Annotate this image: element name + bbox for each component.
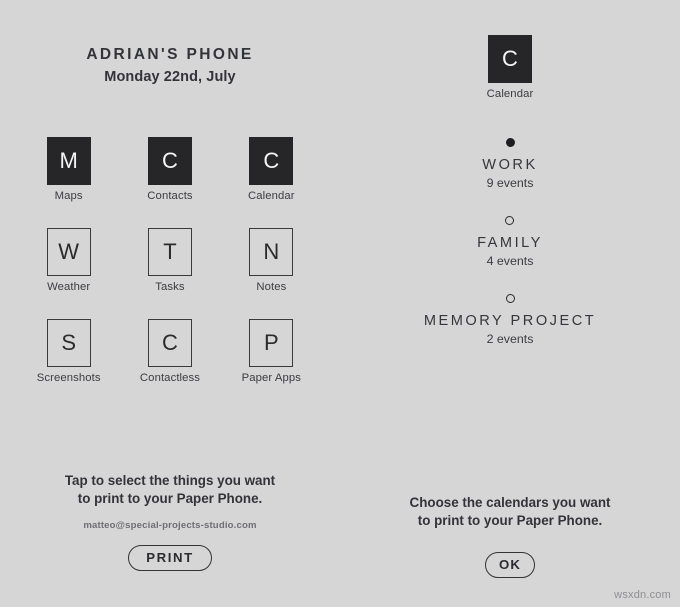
maps-icon[interactable]: M xyxy=(46,137,91,185)
tasks-icon[interactable]: T xyxy=(147,228,192,276)
calendar-instructions: Choose the calendars you want to print t… xyxy=(340,494,680,530)
print-button[interactable]: PRINT xyxy=(128,545,212,572)
calendar-event-count: 2 events xyxy=(486,332,534,347)
right-footer: Choose the calendars you want to print t… xyxy=(340,494,680,579)
app-item-screenshots[interactable]: S Screenshots xyxy=(18,319,119,384)
phone-date: Monday 22nd, July xyxy=(104,68,236,85)
watermark: wsxdn.com xyxy=(614,589,671,601)
app-label: Notes xyxy=(256,281,287,293)
calendar-name: FAMILY xyxy=(477,235,543,252)
app-label: Maps xyxy=(54,190,83,202)
app-item-contacts[interactable]: C Contacts xyxy=(119,137,220,202)
contactless-icon[interactable]: C xyxy=(147,319,192,367)
app-label: Tasks xyxy=(155,281,185,293)
calendar-item-family[interactable]: FAMILY 4 events xyxy=(477,216,543,268)
calendar-event-count: 9 events xyxy=(486,176,534,191)
calendar-selection-panel: C Calendar WORK 9 events FAMILY 4 events… xyxy=(340,0,680,607)
app-label: Contactless xyxy=(139,372,201,384)
calendar-instructions-line2: to print to your Paper Phone. xyxy=(417,513,603,529)
print-instructions-line2: to print to your Paper Phone. xyxy=(77,490,263,506)
notes-icon[interactable]: N xyxy=(249,228,294,276)
paper-apps-icon[interactable]: P xyxy=(249,319,294,367)
radio-selected-icon[interactable] xyxy=(505,138,515,147)
left-footer: Tap to select the things you want to pri… xyxy=(0,472,340,572)
calendar-name: MEMORY PROJECT xyxy=(423,313,597,330)
app-label: Screenshots xyxy=(36,372,101,384)
app-grid: M Maps C Contacts C Calendar W Weather T… xyxy=(18,137,322,384)
account-email: matteo@special-projects-studio.com xyxy=(83,520,257,532)
app-label: Weather xyxy=(47,281,91,293)
calendar-item-memory-project[interactable]: MEMORY PROJECT 2 events xyxy=(424,294,596,346)
phone-apps-panel: ADRIAN'S PHONE Monday 22nd, July M Maps … xyxy=(0,0,340,607)
app-item-contactless[interactable]: C Contactless xyxy=(119,319,220,384)
ok-button[interactable]: OK xyxy=(485,552,535,579)
calendar-icon[interactable]: C xyxy=(488,35,532,83)
app-item-weather[interactable]: W Weather xyxy=(18,228,119,293)
weather-icon[interactable]: W xyxy=(46,228,91,276)
calendar-event-count: 4 events xyxy=(486,254,534,269)
app-label: Paper Apps xyxy=(241,372,302,384)
print-instructions: Tap to select the things you want to pri… xyxy=(0,472,340,507)
contacts-icon[interactable]: C xyxy=(147,137,192,185)
calendar-item-work[interactable]: WORK 9 events xyxy=(482,138,537,190)
app-item-tasks[interactable]: T Tasks xyxy=(119,228,220,293)
paper-phone-screen: ADRIAN'S PHONE Monday 22nd, July M Maps … xyxy=(0,0,680,607)
app-label: Calendar xyxy=(248,190,295,202)
phone-header: ADRIAN'S PHONE Monday 22nd, July xyxy=(0,46,340,85)
calendar-icon[interactable]: C xyxy=(249,137,294,185)
app-item-notes[interactable]: N Notes xyxy=(221,228,322,293)
page-title: ADRIAN'S PHONE xyxy=(86,46,254,63)
calendar-app-label: Calendar xyxy=(486,88,534,100)
print-instructions-line1: Tap to select the things you want xyxy=(64,473,276,488)
calendar-app-header: C Calendar xyxy=(340,35,680,100)
app-item-maps[interactable]: M Maps xyxy=(18,137,119,202)
app-item-calendar[interactable]: C Calendar xyxy=(221,137,322,202)
app-item-paper-apps[interactable]: P Paper Apps xyxy=(221,319,322,384)
screenshots-icon[interactable]: S xyxy=(46,319,91,367)
radio-unselected-icon[interactable] xyxy=(505,216,515,226)
calendar-list: WORK 9 events FAMILY 4 events MEMORY PRO… xyxy=(340,138,680,372)
app-label: Contacts xyxy=(147,190,193,202)
calendar-name: WORK xyxy=(482,157,538,173)
radio-unselected-icon[interactable] xyxy=(505,294,515,304)
calendar-instructions-line1: Choose the calendars you want xyxy=(409,495,611,510)
